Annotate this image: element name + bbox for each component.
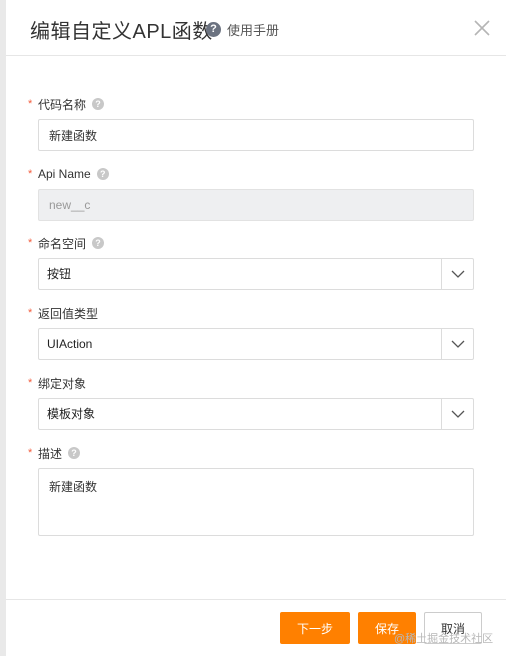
return-type-select[interactable]: UIAction bbox=[38, 328, 474, 360]
bind-object-label: * 绑定对象 bbox=[28, 374, 474, 392]
info-icon[interactable]: ? bbox=[68, 447, 81, 459]
dialog-header: 编辑自定义APL函数 ? 使用手册 bbox=[6, 0, 506, 56]
close-button[interactable] bbox=[472, 18, 492, 38]
namespace-field: * 命名空间 ? 按钮 bbox=[28, 234, 474, 290]
required-mark: * bbox=[28, 168, 33, 180]
api-name-input: new__c bbox=[38, 189, 474, 221]
watermark: @稀土掘金技术社区 bbox=[394, 633, 494, 645]
namespace-label-text: 命名空间 bbox=[38, 236, 87, 251]
required-mark: * bbox=[28, 307, 33, 319]
required-mark: * bbox=[28, 447, 33, 459]
close-icon bbox=[474, 20, 490, 36]
description-label-text: 描述 bbox=[38, 446, 63, 461]
code-name-label: * 代码名称 ? bbox=[28, 95, 474, 113]
api-name-field: * Api Name ? new__c bbox=[28, 165, 474, 221]
bind-object-select[interactable]: 模板对象 bbox=[38, 398, 474, 430]
user-manual-label: 使用手册 bbox=[227, 22, 280, 38]
return-type-value: UIAction bbox=[47, 337, 93, 351]
code-name-input[interactable]: 新建函数 bbox=[38, 119, 474, 151]
required-mark: * bbox=[28, 237, 33, 249]
edit-apl-function-dialog: 编辑自定义APL函数 ? 使用手册 * 代码名称 ? 新建函数 * Api Na… bbox=[6, 0, 506, 656]
code-name-label-text: 代码名称 bbox=[38, 97, 87, 112]
required-mark: * bbox=[28, 377, 33, 389]
chevron-down-icon[interactable] bbox=[441, 399, 473, 429]
description-field: * 描述 ? 新建函数 bbox=[28, 444, 474, 536]
question-circle-icon: ? bbox=[206, 21, 221, 37]
code-name-field: * 代码名称 ? 新建函数 bbox=[28, 95, 474, 151]
next-step-button[interactable]: 下一步 bbox=[280, 612, 350, 644]
api-name-label-text: Api Name bbox=[38, 167, 91, 181]
namespace-label: * 命名空间 ? bbox=[28, 234, 474, 252]
chevron-down-icon[interactable] bbox=[441, 329, 473, 359]
bind-object-label-text: 绑定对象 bbox=[38, 376, 87, 391]
required-mark: * bbox=[28, 98, 33, 110]
dialog-footer: 下一步 保存 取消 bbox=[6, 599, 506, 656]
bind-object-value: 模板对象 bbox=[47, 407, 96, 421]
namespace-select[interactable]: 按钮 bbox=[38, 258, 474, 290]
namespace-value: 按钮 bbox=[47, 267, 72, 281]
return-type-label-text: 返回值类型 bbox=[38, 306, 99, 321]
return-type-field: * 返回值类型 UIAction bbox=[28, 304, 474, 360]
info-icon[interactable]: ? bbox=[92, 237, 105, 249]
api-name-label: * Api Name ? bbox=[28, 165, 474, 183]
description-textarea[interactable]: 新建函数 bbox=[38, 468, 474, 536]
return-type-label: * 返回值类型 bbox=[28, 304, 474, 322]
dialog-title: 编辑自定义APL函数 bbox=[30, 21, 213, 43]
bind-object-field: * 绑定对象 模板对象 bbox=[28, 374, 474, 430]
info-icon[interactable]: ? bbox=[92, 98, 105, 110]
user-manual-link[interactable]: ? 使用手册 bbox=[206, 20, 279, 38]
chevron-down-icon[interactable] bbox=[441, 259, 473, 289]
info-icon[interactable]: ? bbox=[96, 168, 109, 180]
description-label: * 描述 ? bbox=[28, 444, 474, 462]
